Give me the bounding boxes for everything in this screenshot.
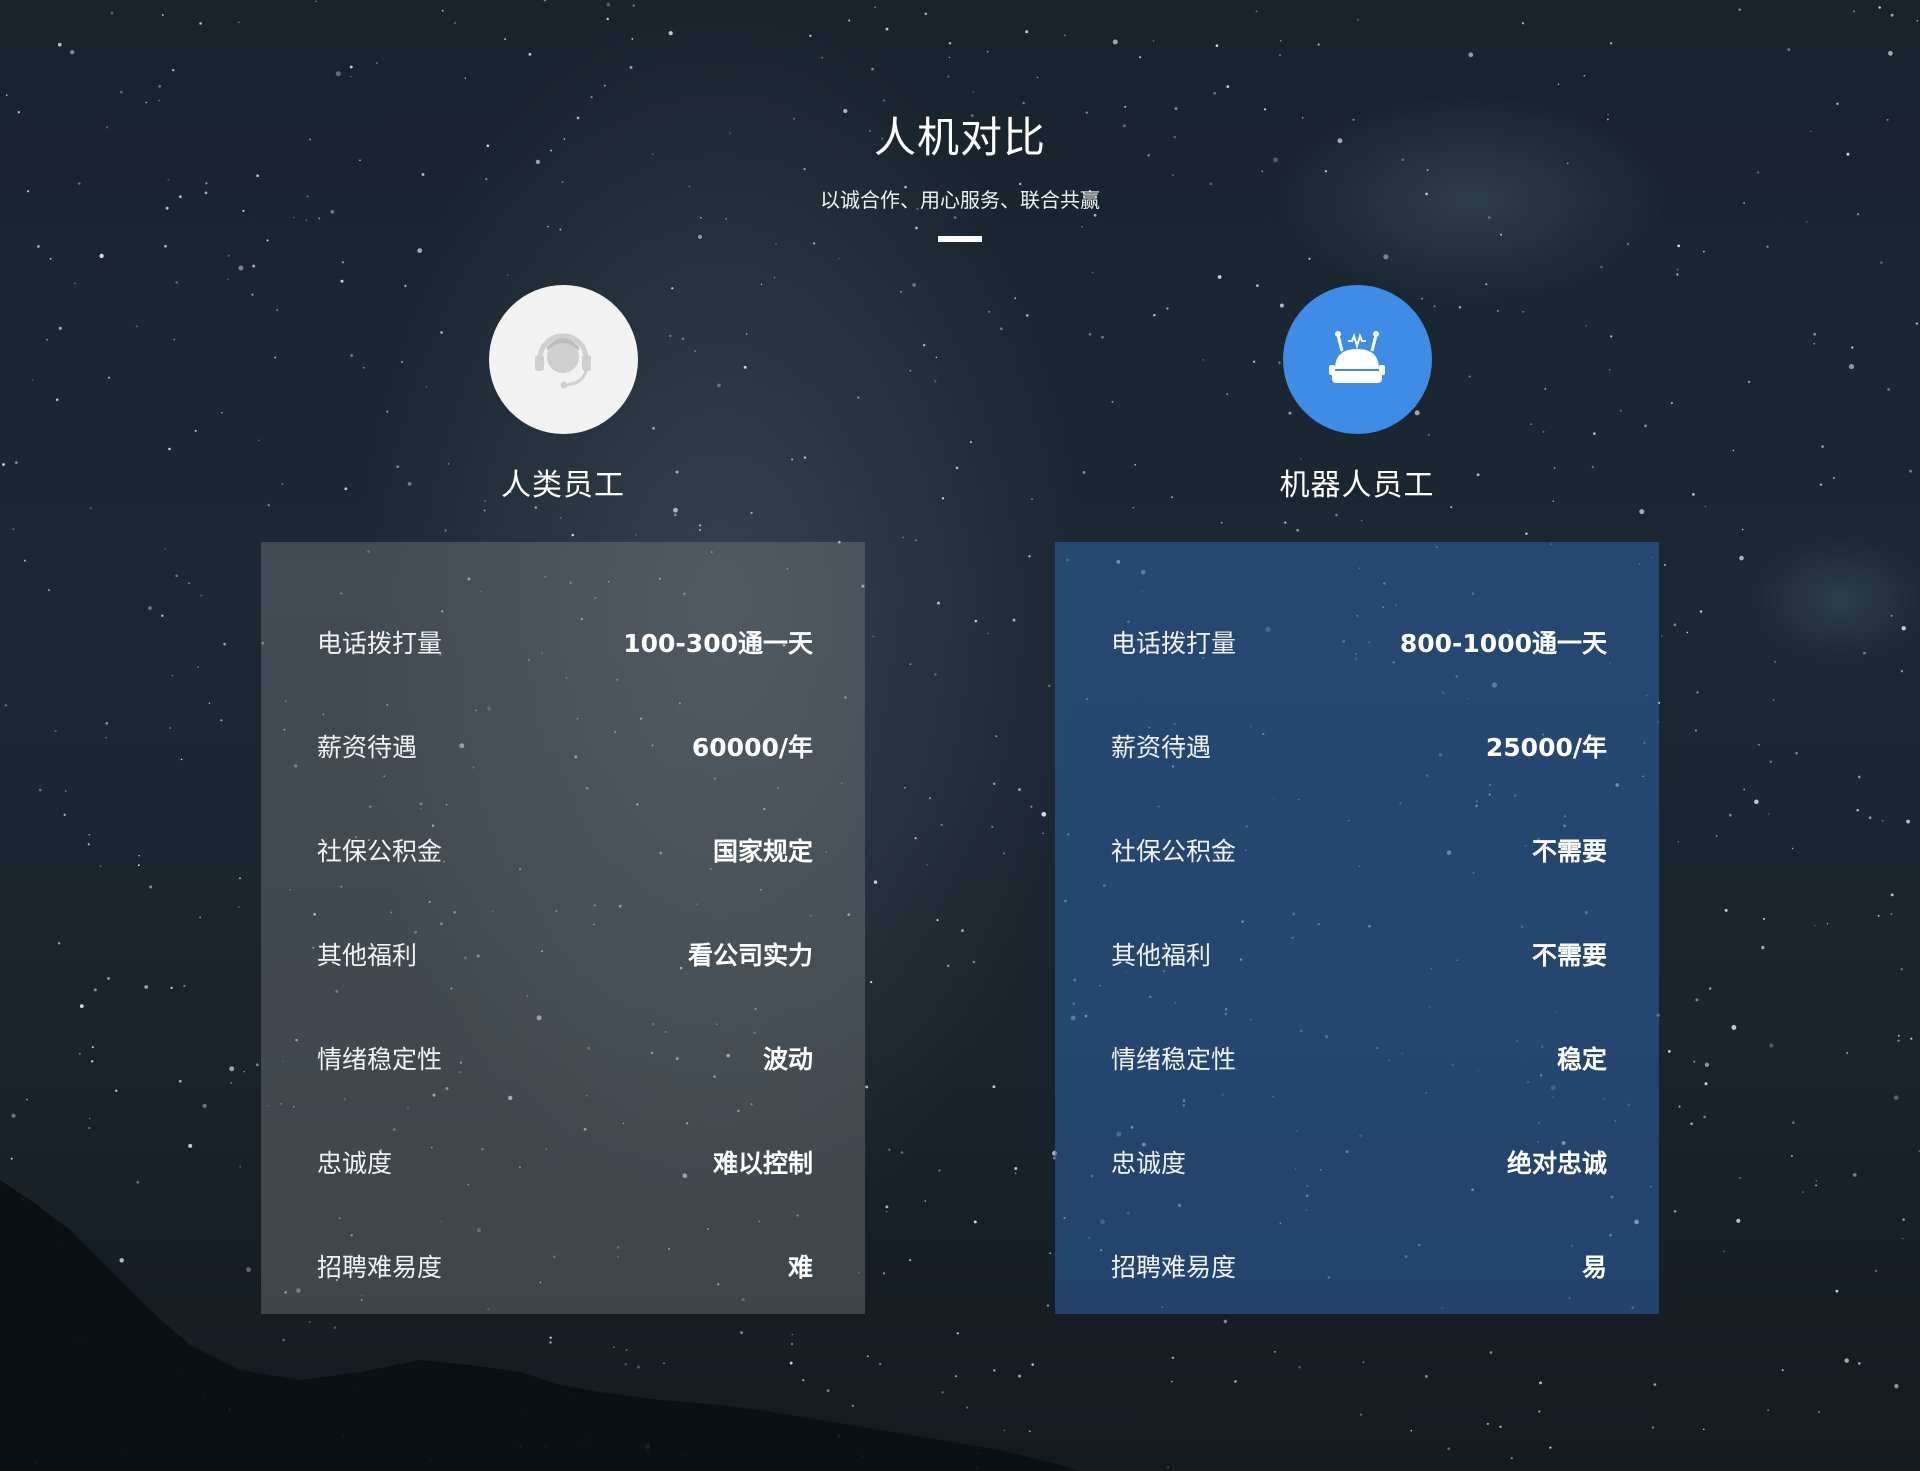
row-label: 忠诚度 — [317, 1149, 393, 1178]
comparison-row: 电话拨打量 800-1000通一天 — [1111, 590, 1607, 694]
comparison-row: 薪资待遇 25000/年 — [1111, 694, 1607, 798]
comparison-row: 社保公积金 国家规定 — [317, 798, 813, 902]
row-label: 招聘难易度 — [317, 1253, 443, 1282]
row-value: 波动 — [762, 1045, 813, 1074]
human-comparison-card: 电话拨打量 100-300通一天薪资待遇 60000/年社保公积金 国家规定其他福利 看… — [261, 542, 865, 1314]
row-label: 情绪稳定性 — [317, 1045, 443, 1074]
comparison-row: 情绪稳定性 波动 — [317, 1006, 813, 1110]
row-label: 薪资待遇 — [317, 733, 418, 762]
robot-icon — [1329, 330, 1385, 383]
row-value: 100-300通一天 — [623, 629, 813, 658]
row-value: 绝对忠诚 — [1506, 1149, 1607, 1178]
page-title: 人机对比 — [873, 113, 1046, 162]
human-employee-column: 人类员工 电话拨打量 100-300通一天薪资待遇 60000/年社保公积金 国家规定… — [261, 285, 865, 1314]
comparison-row: 忠诚度 绝对忠诚 — [1111, 1110, 1607, 1214]
row-label: 情绪稳定性 — [1111, 1045, 1237, 1074]
row-label: 电话拨打量 — [317, 629, 443, 658]
row-label: 社保公积金 — [1111, 837, 1237, 866]
comparison-row: 招聘难易度 易 — [1111, 1214, 1607, 1318]
row-label: 其他福利 — [1111, 941, 1212, 970]
comparison-row: 招聘难易度 难 — [317, 1214, 813, 1318]
row-value: 800-1000通一天 — [1399, 629, 1607, 658]
robot-column-title: 机器人员工 — [1279, 468, 1435, 503]
row-value: 25000/年 — [1485, 733, 1607, 762]
robot-avatar — [1282, 285, 1432, 434]
comparison-row: 薪资待遇 60000/年 — [317, 694, 813, 798]
robot-comparison-card: 电话拨打量 800-1000通一天 薪资待遇 25000/年 社保公积金 不需要 其他福利不… — [1055, 542, 1659, 1314]
comparison-row: 电话拨打量 100-300通一天 — [317, 590, 813, 694]
comparison-row: 忠诚度 难以控制 — [317, 1110, 813, 1214]
comparison-row: 其他福利 看公司实力 — [317, 902, 813, 1006]
row-value: 不需要 — [1531, 837, 1607, 866]
comparison-row: 社保公积金 不需要 — [1111, 798, 1607, 902]
page-subtitle: 以诚合作、用心服务、联合共赢 — [820, 188, 1100, 212]
row-value: 60000/年 — [691, 733, 813, 762]
human-column-title: 人类员工 — [501, 468, 625, 503]
row-label: 薪资待遇 — [1111, 733, 1212, 762]
row-value: 易 — [1581, 1253, 1607, 1282]
title-underline — [938, 236, 982, 242]
robot-employee-column: 机器人员工 电话拨打量 800-1000通一天 薪资待遇 25000/年 社保公积金 不需… — [1055, 285, 1659, 1314]
human-avatar — [488, 285, 638, 434]
section-header: 人机对比 以诚合作、用心服务、联合共赢 — [0, 110, 1920, 242]
row-value: 看公司实力 — [687, 941, 813, 970]
row-label: 招聘难易度 — [1111, 1253, 1237, 1282]
row-value: 稳定 — [1556, 1045, 1607, 1074]
comparison-row: 情绪稳定性 稳定 — [1111, 1006, 1607, 1110]
row-value: 难以控制 — [712, 1149, 813, 1178]
row-value: 不需要 — [1531, 941, 1607, 970]
row-label: 其他福利 — [317, 941, 418, 970]
row-label: 忠诚度 — [1111, 1149, 1187, 1178]
row-value: 国家规定 — [712, 837, 813, 866]
row-label: 电话拨打量 — [1111, 629, 1237, 658]
row-value: 难 — [787, 1253, 813, 1282]
row-label: 社保公积金 — [317, 837, 443, 866]
headset-agent-icon — [535, 333, 591, 388]
comparison-row: 其他福利 不需要 — [1111, 902, 1607, 1006]
